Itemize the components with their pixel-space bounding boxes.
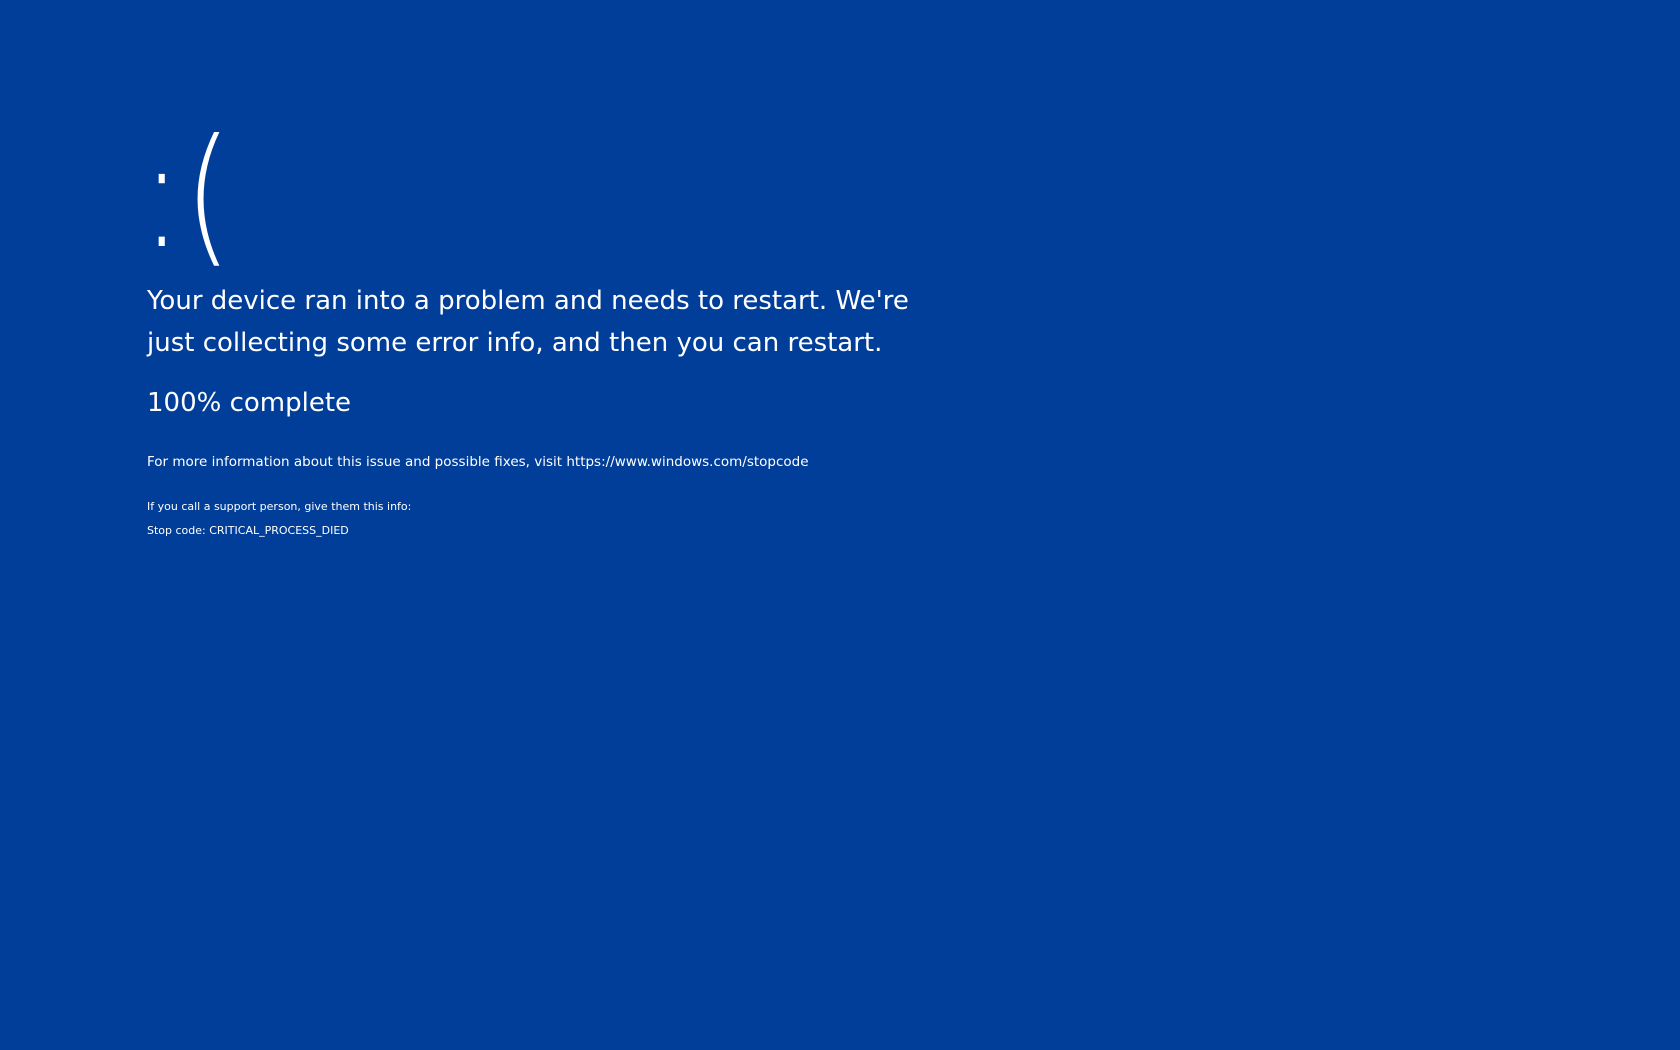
- sad-face-emoticon: :(: [141, 108, 234, 282]
- stop-code-text: Stop code: CRITICAL_PROCESS_DIED: [147, 524, 349, 537]
- more-info-text: For more information about this issue an…: [147, 454, 809, 470]
- error-content: :( Your device ran into a problem and ne…: [141, 120, 1147, 537]
- progress-text: 100% complete: [147, 388, 352, 418]
- error-headline: Your device ran into a problem and needs…: [147, 286, 909, 358]
- support-info-text: If you call a support person, give them …: [147, 500, 412, 513]
- blue-screen: :( Your device ran into a problem and ne…: [0, 0, 1680, 1050]
